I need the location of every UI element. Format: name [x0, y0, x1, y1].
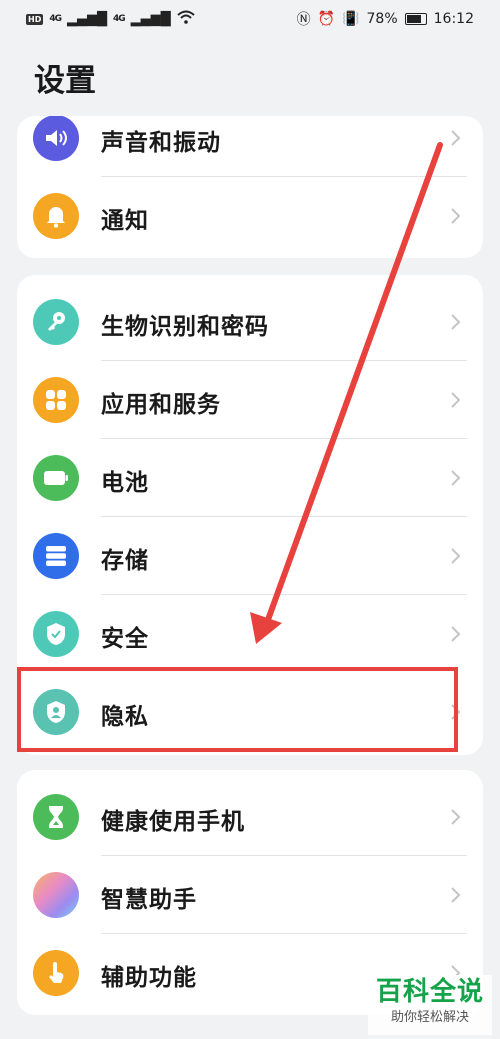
hourglass-icon: [33, 794, 79, 840]
chevron-right-icon: [451, 392, 461, 408]
settings-item-label: 安全: [101, 626, 149, 652]
settings-group-2: 生物识别和密码 应用和服务 电池 存储 安全 隐私: [17, 275, 483, 755]
settings-item-label: 通知: [101, 208, 149, 234]
settings-item-security[interactable]: 安全: [17, 595, 483, 673]
settings-item-label: 隐私: [101, 704, 149, 730]
hd-indicator: HD: [26, 13, 44, 25]
chevron-right-icon: [451, 626, 461, 642]
nfc-icon: Ⓝ: [296, 12, 311, 28]
vibrate-icon: 📳: [342, 11, 360, 27]
settings-item-sound[interactable]: 声音和振动: [17, 116, 483, 177]
battery-icon: [33, 455, 79, 501]
chevron-right-icon: [451, 809, 461, 825]
apps-grid-icon: [33, 377, 79, 423]
key-icon: [33, 299, 79, 345]
settings-item-label: 生物识别和密码: [101, 314, 269, 340]
speaker-icon: [33, 116, 79, 161]
settings-item-digital-balance[interactable]: 健康使用手机: [17, 778, 483, 856]
storage-icon: [33, 533, 79, 579]
shield-check-icon: [33, 611, 79, 657]
clock: 16:12: [433, 11, 474, 27]
chevron-right-icon: [451, 130, 461, 146]
settings-item-label: 声音和振动: [101, 130, 221, 156]
status-left: HD 4G ▂▄▆█ 4G ▂▄▆█: [26, 10, 195, 28]
chevron-right-icon: [451, 704, 461, 720]
signal-bars-icon: ▂▄▆█: [130, 11, 171, 27]
chevron-right-icon: [451, 887, 461, 903]
settings-item-label: 智慧助手: [101, 887, 197, 913]
settings-item-battery[interactable]: 电池: [17, 439, 483, 517]
watermark-main: 百科全说: [375, 977, 484, 1007]
settings-group-1: 声音和振动 通知: [17, 116, 483, 258]
signal-bars-icon: ▂▄▆█: [67, 11, 107, 27]
status-bar: HD 4G ▂▄▆█ 4G ▂▄▆█ Ⓝ ⏰ 📳 78% 16:12: [0, 0, 500, 38]
settings-item-notifications[interactable]: 通知: [17, 177, 483, 255]
settings-item-label: 健康使用手机: [101, 809, 245, 835]
hand-icon: [33, 950, 79, 996]
chevron-right-icon: [451, 548, 461, 564]
battery-percent: 78%: [366, 11, 398, 27]
status-right: Ⓝ ⏰ 📳 78% 16:12: [297, 9, 474, 29]
settings-item-label: 应用和服务: [101, 392, 221, 418]
settings-item-privacy[interactable]: 隐私: [17, 673, 483, 751]
assistant-orb-icon: [33, 872, 79, 918]
watermark-sub: 助你轻松解决: [390, 1010, 469, 1025]
watermark: 百科全说 助你轻松解决: [368, 975, 492, 1035]
bell-icon: [33, 193, 79, 239]
signal-icon: 4G: [49, 14, 62, 24]
settings-item-biometrics[interactable]: 生物识别和密码: [17, 283, 483, 361]
signal-icon: 4G: [113, 14, 126, 24]
battery-status-icon: [404, 13, 427, 25]
settings-item-smart-assistant[interactable]: 智慧助手: [17, 856, 483, 934]
settings-item-storage[interactable]: 存储: [17, 517, 483, 595]
alarm-icon: ⏰: [317, 11, 336, 27]
settings-item-label: 辅助功能: [101, 965, 197, 991]
chevron-right-icon: [451, 208, 461, 224]
settings-item-label: 存储: [101, 548, 149, 574]
chevron-right-icon: [451, 470, 461, 486]
wifi-icon: [176, 10, 195, 28]
privacy-shield-icon: [33, 689, 79, 735]
chevron-right-icon: [451, 314, 461, 330]
settings-item-label: 电池: [101, 470, 149, 496]
settings-item-apps[interactable]: 应用和服务: [17, 361, 483, 439]
page-title: 设置: [34, 63, 96, 99]
